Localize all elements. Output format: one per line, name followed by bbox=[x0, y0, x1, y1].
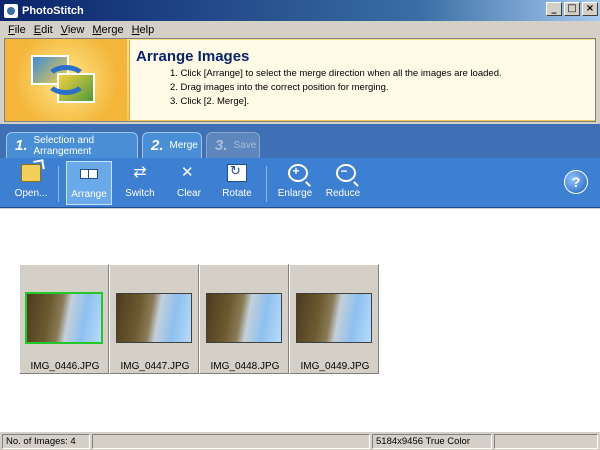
thumbnail-strip: IMG_0446.JPG IMG_0447.JPG IMG_0448.JPG I… bbox=[19, 264, 381, 374]
thumbnail-filename: IMG_0449.JPG bbox=[300, 361, 370, 372]
thumbnail-filename: IMG_0446.JPG bbox=[30, 361, 100, 372]
tab-selection-and-arrangement[interactable]: 1. Selection and Arrangement bbox=[6, 132, 138, 158]
zoom-in-icon: + bbox=[288, 164, 308, 182]
menu-merge[interactable]: Merge bbox=[88, 24, 127, 36]
thumbnail-image[interactable] bbox=[25, 292, 103, 344]
tab-label: Selection and Arrangement bbox=[33, 134, 95, 157]
rotate-label: Rotate bbox=[222, 188, 252, 199]
thumbnail-filename: IMG_0448.JPG bbox=[210, 361, 280, 372]
status-bar: No. of Images: 4 5184x9456 True Color bbox=[0, 432, 600, 450]
image-thumbnail[interactable]: IMG_0447.JPG bbox=[109, 264, 199, 374]
banner-title: Arrange Images bbox=[136, 48, 250, 65]
tab-save[interactable]: 3. Save bbox=[206, 132, 260, 158]
banner-text-panel: Arrange Images 1. Click [Arrange] to sel… bbox=[129, 40, 595, 120]
thumbnail-image[interactable] bbox=[116, 293, 192, 343]
arrange-label: Arrange bbox=[71, 189, 107, 200]
instruction-step: 2. Drag images into the correct position… bbox=[170, 82, 389, 93]
tab-label: Merge bbox=[169, 140, 198, 151]
image-thumbnail[interactable]: IMG_0448.JPG bbox=[199, 264, 289, 374]
minimize-button[interactable]: _ bbox=[546, 2, 562, 16]
zoom-out-icon: − bbox=[336, 164, 356, 182]
arrange-icon bbox=[79, 165, 99, 183]
rotate-button[interactable]: Rotate bbox=[214, 161, 260, 205]
image-thumbnail[interactable]: IMG_0446.JPG bbox=[19, 264, 109, 374]
instruction-steps: 1. Click [Arrange] to select the merge d… bbox=[136, 67, 595, 109]
tab-number: 2. bbox=[151, 137, 164, 154]
status-pane-empty bbox=[92, 433, 370, 449]
close-button[interactable]: × bbox=[582, 2, 598, 16]
open-button[interactable]: Open... bbox=[8, 161, 54, 205]
toolbar-separator bbox=[58, 166, 59, 202]
status-pane-empty bbox=[494, 433, 598, 449]
instruction-banner: Arrange Images 1. Click [Arrange] to sel… bbox=[4, 38, 596, 122]
menu-bar: File Edit View Merge Help bbox=[0, 21, 600, 38]
tab-number: 1. bbox=[15, 137, 28, 154]
image-thumbnail[interactable]: IMG_0449.JPG bbox=[289, 264, 379, 374]
enlarge-label: Enlarge bbox=[277, 188, 313, 199]
window-controls: _ □ × bbox=[546, 2, 598, 16]
tab-merge[interactable]: 2. Merge bbox=[142, 132, 202, 158]
window-title: PhotoStitch bbox=[22, 4, 84, 17]
toolbar: Open... Arrange Switch Clear Rotate + En… bbox=[0, 158, 600, 208]
menu-file[interactable]: File bbox=[4, 24, 30, 36]
switch-icon bbox=[130, 162, 150, 182]
title-bar: PhotoStitch _ □ × bbox=[0, 0, 600, 21]
open-folder-icon bbox=[21, 164, 41, 182]
menu-edit[interactable]: Edit bbox=[30, 24, 57, 36]
open-label: Open... bbox=[14, 188, 48, 199]
thumbnail-image[interactable] bbox=[296, 293, 372, 343]
thumbnail-filename: IMG_0447.JPG bbox=[120, 361, 190, 372]
instruction-step: 1. Click [Arrange] to select the merge d… bbox=[170, 68, 502, 79]
step-tabs: 1. Selection and Arrangement 2. Merge 3.… bbox=[0, 124, 600, 158]
rotate-icon bbox=[227, 164, 247, 182]
arrange-button[interactable]: Arrange bbox=[66, 161, 112, 205]
maximize-button[interactable]: □ bbox=[564, 2, 580, 16]
menu-view[interactable]: View bbox=[57, 24, 89, 36]
enlarge-button[interactable]: + Enlarge bbox=[272, 161, 318, 205]
instruction-step: 3. Click [2. Merge]. bbox=[170, 96, 250, 107]
reduce-label: Reduce bbox=[325, 188, 361, 199]
status-image-info: 5184x9456 True Color bbox=[372, 433, 492, 449]
tab-number: 3. bbox=[215, 137, 228, 154]
app-icon[interactable] bbox=[4, 3, 18, 18]
clear-icon bbox=[179, 163, 199, 182]
banner-swap-arrows-icon bbox=[45, 65, 87, 95]
image-work-area[interactable]: IMG_0446.JPG IMG_0447.JPG IMG_0448.JPG I… bbox=[0, 209, 600, 432]
clear-label: Clear bbox=[177, 188, 201, 199]
toolbar-separator bbox=[266, 166, 267, 202]
help-button[interactable]: ? bbox=[564, 170, 588, 194]
tab-label: Save bbox=[233, 140, 257, 151]
switch-button[interactable]: Switch bbox=[117, 161, 163, 205]
status-image-count: No. of Images: 4 bbox=[2, 433, 90, 449]
clear-button[interactable]: Clear bbox=[166, 161, 212, 205]
switch-label: Switch bbox=[125, 188, 155, 199]
menu-help[interactable]: Help bbox=[128, 24, 159, 36]
banner-illustration bbox=[5, 39, 127, 121]
reduce-button[interactable]: − Reduce bbox=[320, 161, 366, 205]
thumbnail-image[interactable] bbox=[206, 293, 282, 343]
